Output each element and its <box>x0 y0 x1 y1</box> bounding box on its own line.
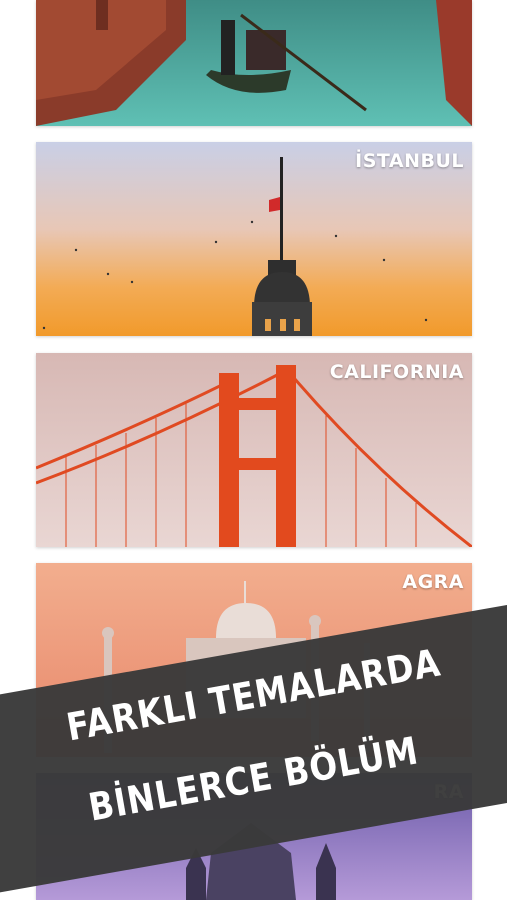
theme-label-istanbul: İSTANBUL <box>355 150 464 172</box>
theme-card-california[interactable]: CALIFORNIA <box>36 353 472 547</box>
theme-card-venice[interactable] <box>36 0 472 126</box>
theme-label-california: CALIFORNIA <box>329 361 464 383</box>
venice-canal-image <box>36 0 472 126</box>
theme-label-agra: AGRA <box>402 571 464 593</box>
theme-card-istanbul[interactable]: İSTANBUL <box>36 142 472 336</box>
